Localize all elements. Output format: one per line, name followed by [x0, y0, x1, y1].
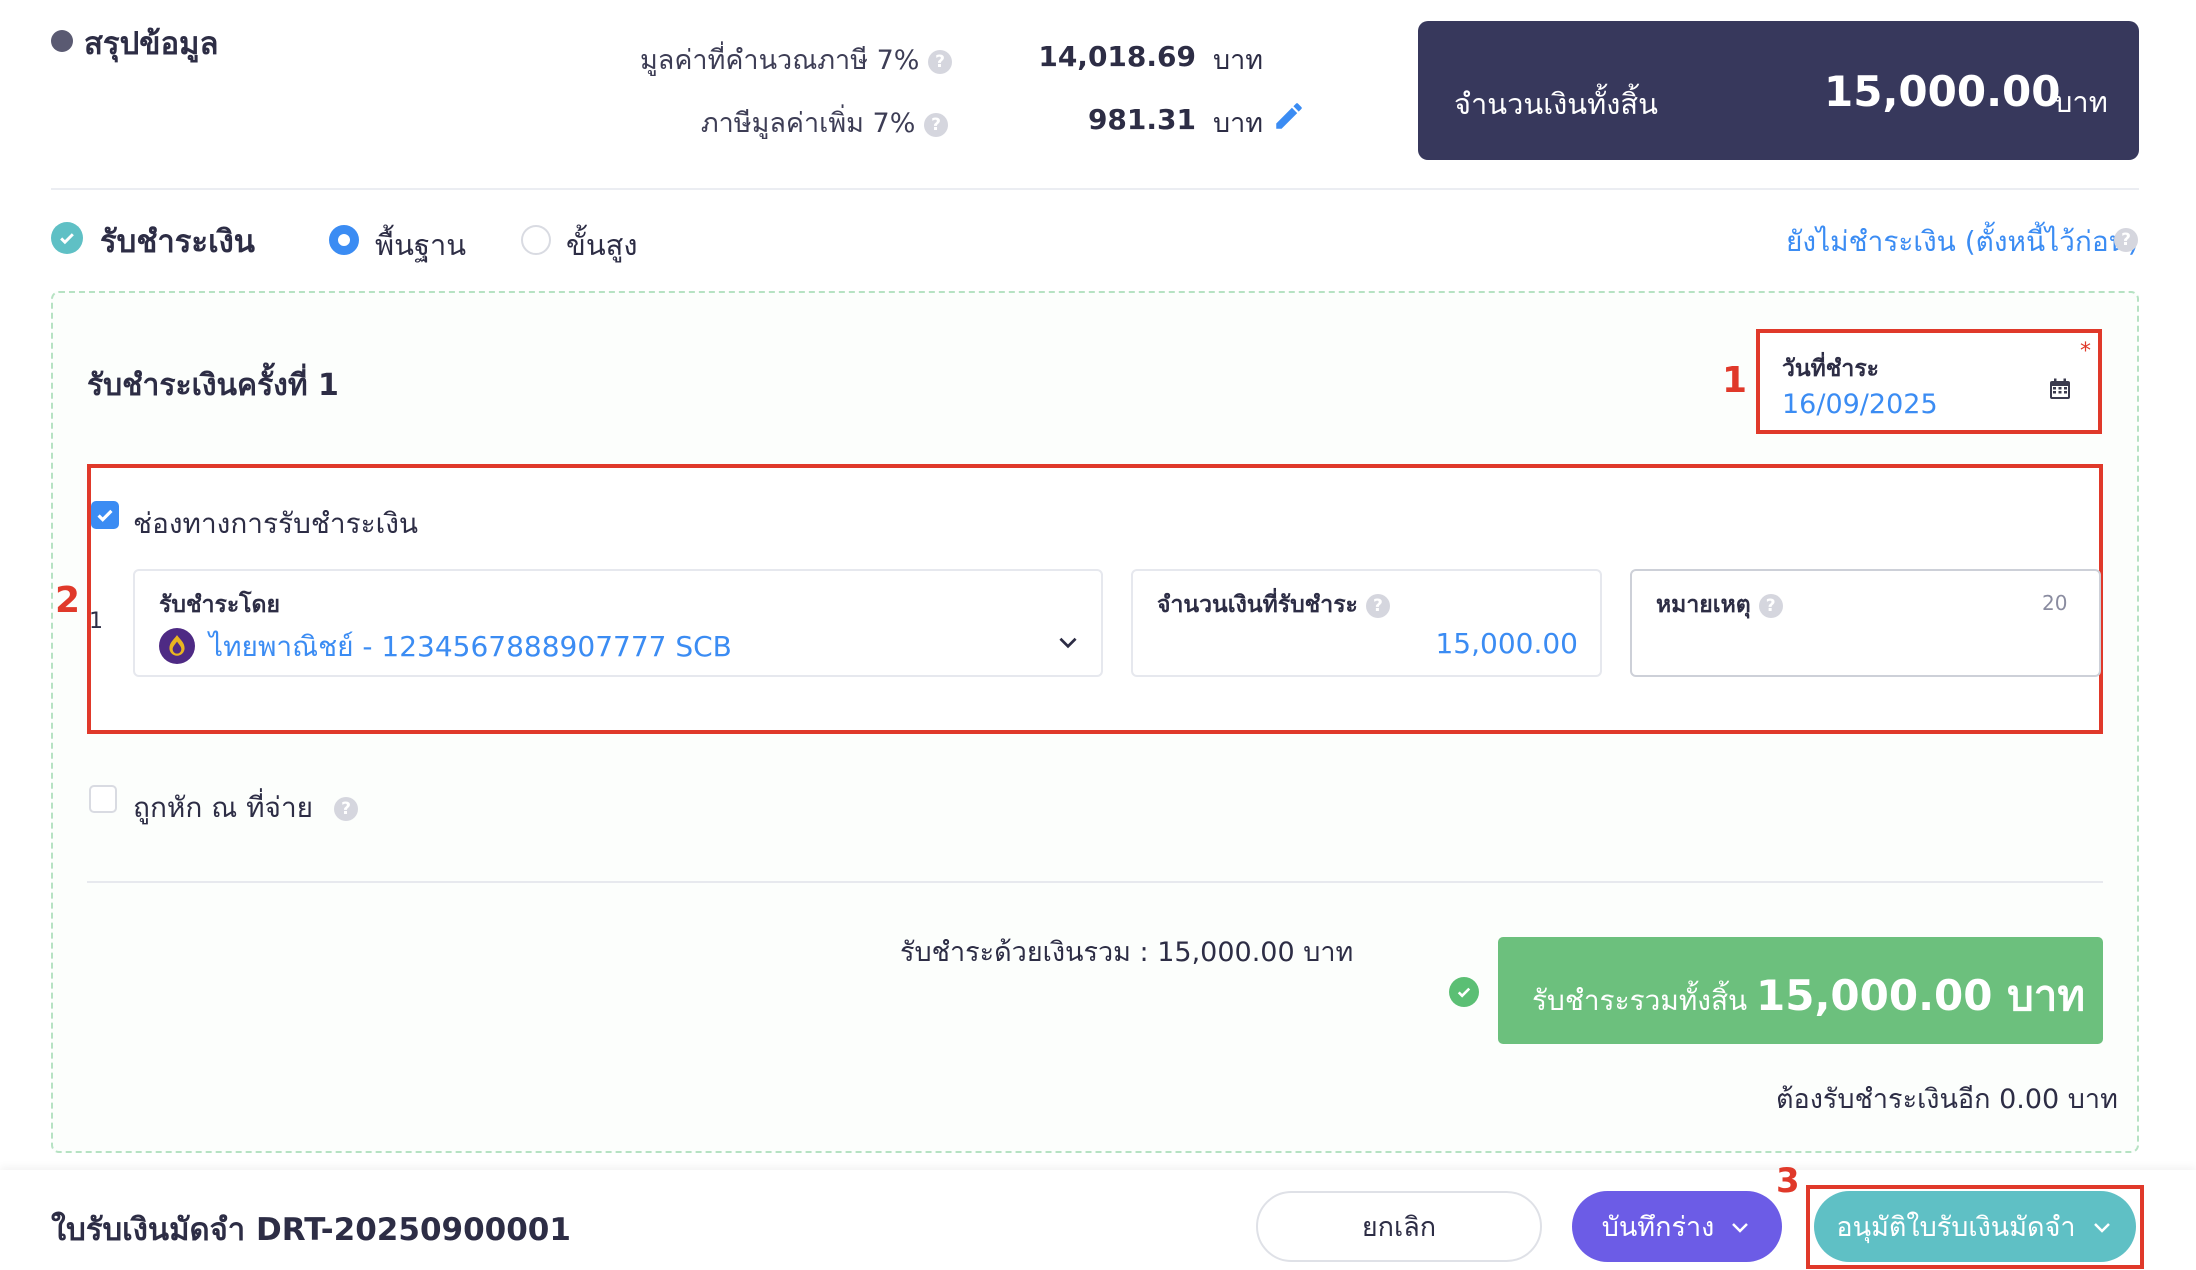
check-circle-icon [51, 222, 83, 254]
note-label-text: หมายเหตุ [1656, 592, 1751, 618]
radio-basic-label[interactable]: พื้นฐาน [375, 222, 466, 268]
divider [51, 188, 2139, 190]
payment-date-label: วันที่ชำระ [1782, 356, 1880, 382]
vat-label: ภาษีมูลค่าเพิ่ม 7% ? [640, 101, 948, 144]
help-icon[interactable]: ? [928, 49, 953, 74]
grand-total-value: 15,000.00 [1824, 67, 2061, 116]
withholding-label-text: ถูกหัก ณ ที่จ่าย [133, 791, 314, 824]
save-draft-button[interactable]: บันทึกร่าง [1572, 1191, 1782, 1262]
note-field[interactable]: หมายเหตุ ? 20 [1630, 569, 2101, 677]
taxable-amount-label: มูลค่าที่คำนวณภาษี 7% ? [640, 38, 953, 81]
withholding-checkbox[interactable] [89, 785, 117, 813]
approve-button[interactable]: อนุมัติใบรับเงินมัดจำ [1814, 1191, 2136, 1262]
divider [87, 881, 2103, 883]
received-amount-label: จำนวนเงินที่รับชำระ ? [1157, 587, 1390, 623]
help-icon[interactable]: ? [1758, 593, 1783, 618]
channel-label: ช่องทางการรับชำระเงิน [133, 507, 419, 540]
callout-2: 2 [55, 580, 81, 621]
grand-total-box: จำนวนเงินทั้งสิ้น 15,000.00 บาท [1418, 21, 2139, 160]
cash-total-text: รับชำระด้วยเงินรวม : 15,000.00 บาท [900, 937, 1354, 968]
check-circle-icon [1449, 977, 1479, 1007]
payment-section-title: รับชำระเงิน [100, 224, 255, 260]
save-draft-label: บันทึกร่าง [1601, 1212, 1715, 1243]
paid-total-value: 15,000.00 บาท [1756, 971, 2086, 1020]
cancel-button-label: ยกเลิก [1361, 1212, 1437, 1243]
unpaid-help-wrap: ? [2114, 228, 2138, 252]
help-icon[interactable]: ? [1365, 593, 1390, 618]
summary-bullet [51, 30, 73, 52]
withholding-label: ถูกหัก ณ ที่จ่าย ? [133, 786, 358, 830]
callout-1: 1 [1722, 360, 1748, 401]
payment-date-value[interactable]: 16/09/2025 [1782, 389, 1938, 420]
document-title: ใบรับเงินมัดจำ DRT-20250900001 [51, 1212, 571, 1248]
grand-total-label: จำนวนเงินทั้งสิ้น [1454, 87, 1658, 121]
required-mark: * [2080, 339, 2091, 364]
installment-title: รับชำระเงินครั้งที่ 1 [87, 368, 339, 403]
received-amount-label-text: จำนวนเงินที่รับชำระ [1157, 592, 1358, 618]
help-icon[interactable]: ? [924, 112, 948, 137]
payment-method-value: ไทยพาณิชย์ - 1234567888907777 SCB [209, 630, 732, 663]
checkbox-check-icon [97, 509, 113, 522]
callout-3: 3 [1776, 1161, 1800, 1201]
chevron-down-icon [1732, 1222, 1749, 1233]
channel-checkbox[interactable] [91, 501, 119, 529]
paid-total-label: รับชำระรวมทั้งสิ้น [1532, 984, 1748, 1017]
chevron-down-icon[interactable] [1055, 629, 1081, 659]
pencil-icon[interactable] [1272, 99, 1306, 137]
help-icon[interactable]: ? [334, 797, 358, 821]
approve-button-label: อนุมัติใบรับเงินมัดจำ [1836, 1212, 2076, 1243]
received-amount-value[interactable]: 15,000.00 [1157, 627, 1578, 660]
payment-method-label: รับชำระโดย [159, 592, 280, 618]
unpaid-link[interactable]: ยังไม่ชำระเงิน (ตั้งหนี้ไว้ก่อน) [1786, 220, 2139, 264]
radio-advanced-label[interactable]: ขั้นสูง [566, 222, 638, 268]
received-amount-field[interactable]: จำนวนเงินที่รับชำระ ? 15,000.00 [1131, 569, 1602, 677]
chevron-down-icon [2093, 1222, 2110, 1233]
radio-basic[interactable] [329, 225, 359, 255]
note-char-counter: 20 [2042, 591, 2068, 615]
calendar-icon[interactable] [2048, 377, 2072, 405]
taxable-amount-value: 14,018.69 [1038, 40, 1196, 73]
grand-total-unit: บาท [2054, 85, 2108, 119]
cancel-button[interactable]: ยกเลิก [1256, 1191, 1542, 1262]
summary-title: สรุปข้อมูล [84, 26, 219, 62]
vat-unit: บาท [1213, 108, 1264, 139]
row-index: 1 [89, 609, 103, 634]
taxable-amount-unit: บาท [1213, 45, 1264, 76]
remaining-amount-text: ต้องรับชำระเงินอีก 0.00 บาท [1776, 1084, 2118, 1115]
radio-advanced[interactable] [521, 225, 551, 255]
help-icon[interactable]: ? [2114, 228, 2138, 252]
vat-value: 981.31 [1087, 103, 1196, 136]
payment-method-select[interactable]: รับชำระโดย ไทยพาณิชย์ - 1234567888907777… [133, 569, 1103, 677]
note-label: หมายเหตุ ? [1656, 587, 1783, 623]
vat-label-text: ภาษีมูลค่าเพิ่ม 7% [700, 108, 916, 139]
taxable-amount-label-text: มูลค่าที่คำนวณภาษี 7% [640, 45, 920, 76]
bank-logo-icon [159, 628, 195, 664]
paid-total-box: รับชำระรวมทั้งสิ้น 15,000.00 บาท [1498, 937, 2103, 1044]
payment-date-field[interactable]: วันที่ชำระ 16/09/2025 * [1756, 329, 2102, 434]
